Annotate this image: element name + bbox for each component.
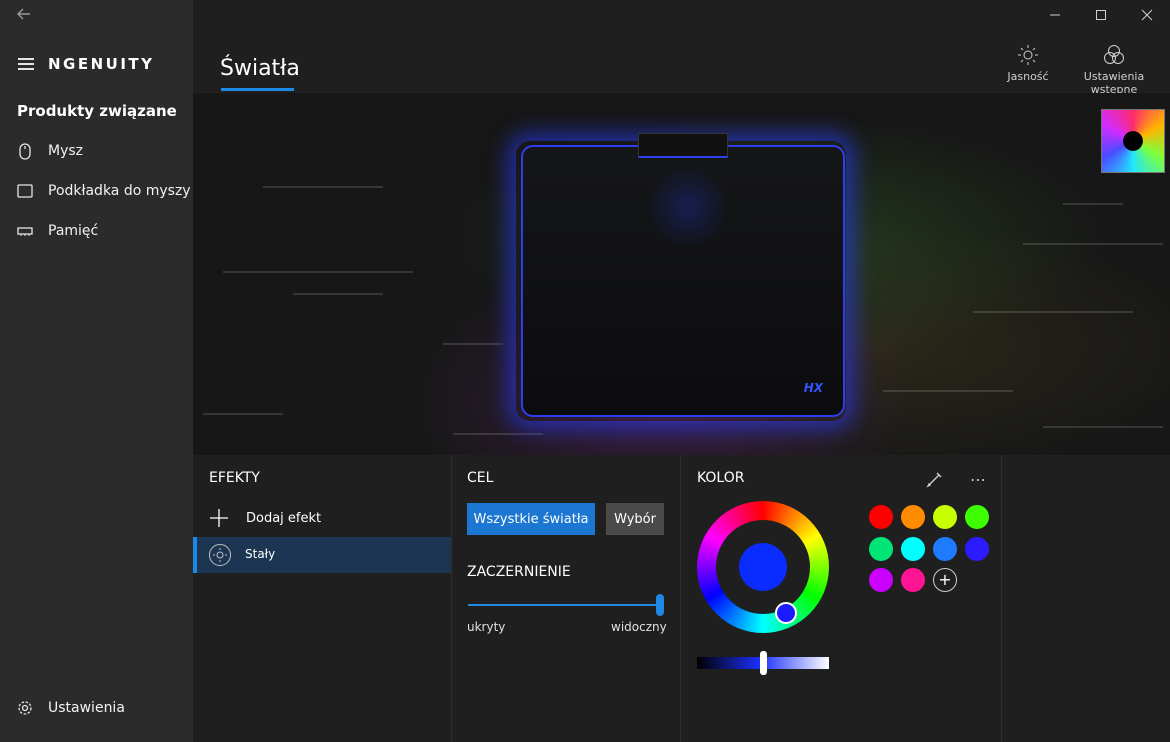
color-swatch[interactable] [933, 537, 957, 561]
sidebar-item-label: Pamięć [48, 223, 99, 239]
color-wheel[interactable] [697, 501, 829, 633]
color-brightness-thumb[interactable] [760, 651, 767, 675]
plus-icon [209, 508, 229, 528]
app-brand: NGENUITY [48, 55, 155, 73]
brightness-label: Jasność [1007, 70, 1049, 83]
mousepad-icon [17, 183, 33, 199]
close-icon[interactable] [1138, 8, 1156, 26]
add-effect-button[interactable]: Dodaj efekt [209, 505, 321, 531]
sun-effect-icon [209, 544, 231, 566]
color-wheel-handle[interactable] [775, 602, 797, 624]
effect-label: Stały [245, 547, 276, 561]
color-swatch[interactable] [901, 537, 925, 561]
color-swatch[interactable] [869, 537, 893, 561]
title-underline [221, 88, 294, 91]
color-swatch[interactable] [869, 505, 893, 529]
hamburger-menu-icon[interactable] [18, 58, 34, 70]
fade-slider-track[interactable] [468, 604, 660, 606]
sidebar-item-mousepad[interactable]: Podkładka do myszy [0, 173, 193, 209]
mousepad-image: HX [521, 145, 845, 417]
target-title: CEL [467, 470, 494, 486]
color-title: KOLOR [697, 470, 745, 486]
presets-icon [1060, 44, 1168, 66]
maximize-icon[interactable] [1092, 8, 1110, 26]
fade-slider-thumb[interactable] [656, 594, 664, 616]
sidebar-item-label: Ustawienia [48, 700, 125, 716]
brightness-icon [1003, 44, 1053, 66]
preset-thumbnail[interactable] [1101, 109, 1165, 173]
mousepad-cable-clip [638, 133, 728, 158]
back-arrow-icon[interactable] [16, 6, 36, 26]
gear-icon [17, 700, 33, 716]
add-color-icon[interactable]: + [933, 568, 957, 592]
fade-title: ZACZERNIENIE [467, 564, 571, 580]
device-preview: HX [193, 93, 1170, 455]
more-options-icon[interactable]: ⋯ [970, 470, 986, 489]
divider [1001, 455, 1002, 742]
eyedropper-icon[interactable] [926, 470, 944, 492]
color-swatch[interactable] [901, 568, 925, 592]
effect-item-static[interactable]: Stały [193, 537, 451, 573]
divider [680, 455, 681, 742]
selection-button[interactable]: Wybór [606, 503, 664, 535]
presets-button[interactable]: Ustawienia wstępne [1060, 44, 1168, 96]
sidebar-section-title: Produkty związane [17, 102, 177, 120]
color-swatch[interactable] [901, 505, 925, 529]
selected-color-preview [739, 543, 787, 591]
hyperx-logo: HX [803, 381, 823, 395]
page-title: Światła [220, 56, 300, 81]
brightness-button[interactable]: Jasność [1003, 44, 1053, 83]
color-swatch[interactable] [965, 505, 989, 529]
fade-max-label: widoczny [611, 620, 667, 634]
sidebar: NGENUITY Produkty związane Mysz Podkładk… [0, 0, 193, 742]
sidebar-item-settings[interactable]: Ustawienia [0, 690, 193, 726]
add-effect-label: Dodaj efekt [246, 510, 322, 526]
sidebar-item-mouse[interactable]: Mysz [0, 133, 193, 169]
mouse-icon [17, 142, 33, 160]
color-swatch[interactable] [869, 568, 893, 592]
memory-icon [17, 223, 33, 239]
color-swatch[interactable] [933, 505, 957, 529]
minimize-icon[interactable] [1046, 8, 1064, 26]
sidebar-item-label: Podkładka do myszy [48, 183, 191, 199]
fade-min-label: ukryty [467, 620, 506, 634]
effects-title: EFEKTY [209, 470, 260, 486]
sidebar-item-memory[interactable]: Pamięć [0, 213, 193, 249]
selected-indicator [193, 537, 197, 573]
divider [451, 455, 452, 742]
all-lights-button[interactable]: Wszystkie światła [467, 503, 595, 535]
color-swatch[interactable] [965, 537, 989, 561]
sidebar-item-label: Mysz [48, 143, 84, 159]
